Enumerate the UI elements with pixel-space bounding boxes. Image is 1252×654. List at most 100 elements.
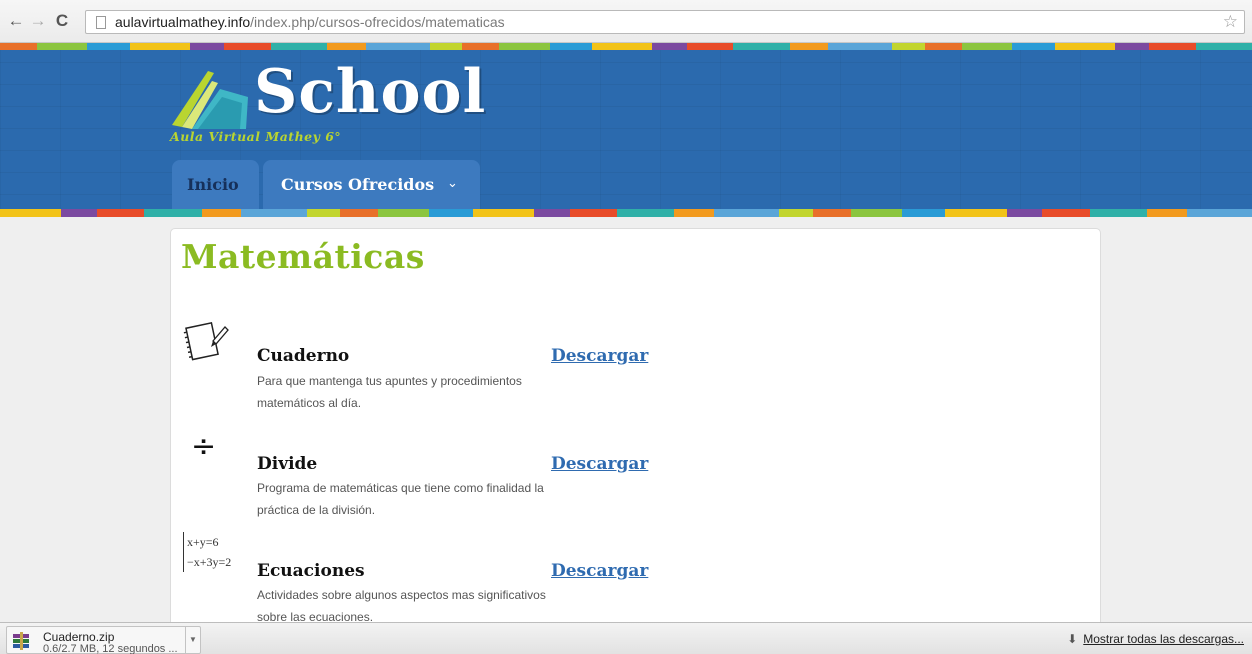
stripe-segment bbox=[1186, 209, 1252, 217]
equation-line: x+y=6 bbox=[187, 535, 219, 549]
browser-toolbar: ← → C aulavirtualmathey.info/index.php/c… bbox=[0, 0, 1252, 43]
color-stripe-bottom bbox=[0, 209, 1252, 217]
show-all-downloads-label: Mostrar todas las descargas... bbox=[1083, 632, 1244, 646]
stripe-segment bbox=[850, 209, 902, 217]
stripe-segment bbox=[828, 43, 893, 50]
stripe-segment bbox=[534, 209, 570, 217]
show-all-downloads-link[interactable]: ⬇ Mostrar todas las descargas... bbox=[1067, 632, 1244, 646]
item-title: Cuaderno bbox=[257, 346, 350, 366]
stripe-segment bbox=[472, 209, 535, 217]
content-panel: Matemáticas Cuaderno Para que mantenga t… bbox=[170, 228, 1101, 628]
nav-cursos-label: Cursos Ofrecidos bbox=[281, 175, 435, 194]
stripe-segment bbox=[241, 209, 307, 217]
stripe-segment bbox=[892, 43, 925, 50]
stripe-segment bbox=[462, 43, 500, 50]
stripe-segment bbox=[327, 43, 366, 50]
notebook-icon bbox=[183, 321, 229, 361]
page-icon bbox=[96, 16, 106, 29]
item-desc-line: práctica de la división. bbox=[257, 503, 376, 517]
item-title: Divide bbox=[257, 454, 318, 474]
stripe-segment bbox=[686, 43, 734, 50]
stripe-segment bbox=[1089, 209, 1148, 217]
stripe-segment bbox=[1054, 43, 1115, 50]
item-desc-line: Programa de matemáticas que tiene como f… bbox=[257, 481, 544, 495]
item-title: Ecuaciones bbox=[257, 561, 365, 581]
forward-arrow-icon[interactable]: → bbox=[28, 10, 48, 32]
address-bar[interactable]: aulavirtualmathey.info/index.php/cursos-… bbox=[85, 10, 1245, 34]
download-link-ecuaciones[interactable]: Descargar bbox=[551, 561, 648, 581]
nav-inicio[interactable]: Inicio bbox=[172, 160, 259, 209]
stripe-segment bbox=[924, 43, 962, 50]
stripe-segment bbox=[901, 209, 946, 217]
stripe-segment bbox=[1042, 209, 1090, 217]
nav-inicio-label: Inicio bbox=[187, 175, 239, 194]
download-arrow-icon: ⬇ bbox=[1067, 632, 1078, 646]
stripe-segment bbox=[61, 209, 97, 217]
item-desc-line: Actividades sobre algunos aspectos mas s… bbox=[257, 588, 546, 602]
stripe-segment bbox=[592, 43, 653, 50]
equation-system-icon: x+y=6 −x+3y=2 bbox=[183, 532, 231, 572]
stripe-segment bbox=[569, 209, 618, 217]
stripe-segment bbox=[812, 209, 851, 217]
stripe-segment bbox=[377, 209, 430, 217]
stripe-segment bbox=[87, 43, 130, 50]
divide-icon: ÷ bbox=[191, 429, 217, 464]
stripe-segment bbox=[674, 209, 715, 217]
stripe-segment bbox=[1006, 209, 1043, 217]
stripe-segment bbox=[549, 43, 593, 50]
stripe-segment bbox=[1147, 209, 1187, 217]
item-description: Para que mantenga tus apuntes y procedim… bbox=[257, 370, 557, 414]
stripe-segment bbox=[714, 209, 780, 217]
stripe-segment bbox=[144, 209, 202, 217]
stripe-segment bbox=[306, 209, 341, 217]
url-host: aulavirtualmathey.info bbox=[115, 14, 251, 30]
stripe-segment bbox=[36, 43, 88, 50]
stripe-segment bbox=[429, 43, 463, 50]
archive-file-icon bbox=[13, 632, 29, 650]
url-path: /index.php/cursos-ofrecidos/matematicas bbox=[250, 14, 505, 30]
download-menu-arrow-icon[interactable]: ▼ bbox=[185, 627, 200, 653]
stripe-segment bbox=[96, 209, 145, 217]
stripe-segment bbox=[961, 43, 1013, 50]
reload-icon[interactable]: C bbox=[52, 10, 72, 32]
stripe-segment bbox=[1149, 43, 1196, 50]
page-title: Matemáticas bbox=[181, 237, 425, 276]
logo-title[interactable]: School bbox=[254, 57, 486, 127]
stripe-segment bbox=[201, 209, 242, 217]
item-desc-line: Para que mantenga tus apuntes y procedim… bbox=[257, 374, 522, 388]
stripe-segment bbox=[779, 209, 813, 217]
stripe-segment bbox=[652, 43, 687, 50]
stripe-segment bbox=[0, 209, 62, 217]
item-desc-line: matemáticos al día. bbox=[257, 396, 362, 410]
nav-cursos-ofrecidos[interactable]: Cursos Ofrecidos ⌄ bbox=[263, 160, 480, 209]
stripe-segment bbox=[365, 43, 430, 50]
back-arrow-icon[interactable]: ← bbox=[6, 10, 26, 32]
bookmark-star-icon[interactable]: ☆ bbox=[1223, 12, 1238, 32]
stripe-segment bbox=[789, 43, 829, 50]
stripe-segment bbox=[1114, 43, 1150, 50]
download-file-name: Cuaderno.zip bbox=[43, 630, 115, 644]
download-shelf: Cuaderno.zip 0.6/2.7 MB, 12 segundos ...… bbox=[0, 622, 1252, 654]
equation-line: −x+3y=2 bbox=[187, 555, 232, 569]
download-link-cuaderno[interactable]: Descargar bbox=[551, 346, 648, 366]
stripe-segment bbox=[617, 209, 675, 217]
chevron-down-icon: ⌄ bbox=[447, 175, 458, 190]
stripe-segment bbox=[224, 43, 271, 50]
stripe-segment bbox=[733, 43, 790, 50]
stripe-segment bbox=[189, 43, 225, 50]
stripe-segment bbox=[0, 43, 37, 50]
stripe-segment bbox=[129, 43, 190, 50]
url-text[interactable]: aulavirtualmathey.info/index.php/cursos-… bbox=[115, 14, 505, 30]
download-link-divide[interactable]: Descargar bbox=[551, 454, 648, 474]
stripe-segment bbox=[270, 43, 328, 50]
item-description: Programa de matemáticas que tiene como f… bbox=[257, 477, 557, 521]
color-stripe-top bbox=[0, 43, 1252, 50]
site-header: School Aula Virtual Mathey 6° Inicio Cur… bbox=[0, 43, 1252, 217]
logo-subtitle: Aula Virtual Mathey 6° bbox=[170, 129, 342, 144]
download-status: 0.6/2.7 MB, 12 segundos ... bbox=[43, 643, 178, 654]
stripe-segment bbox=[945, 209, 1007, 217]
stripe-segment bbox=[429, 209, 473, 217]
stripe-segment bbox=[1195, 43, 1252, 50]
stripe-segment bbox=[340, 209, 378, 217]
download-item[interactable]: Cuaderno.zip 0.6/2.7 MB, 12 segundos ...… bbox=[6, 626, 201, 654]
